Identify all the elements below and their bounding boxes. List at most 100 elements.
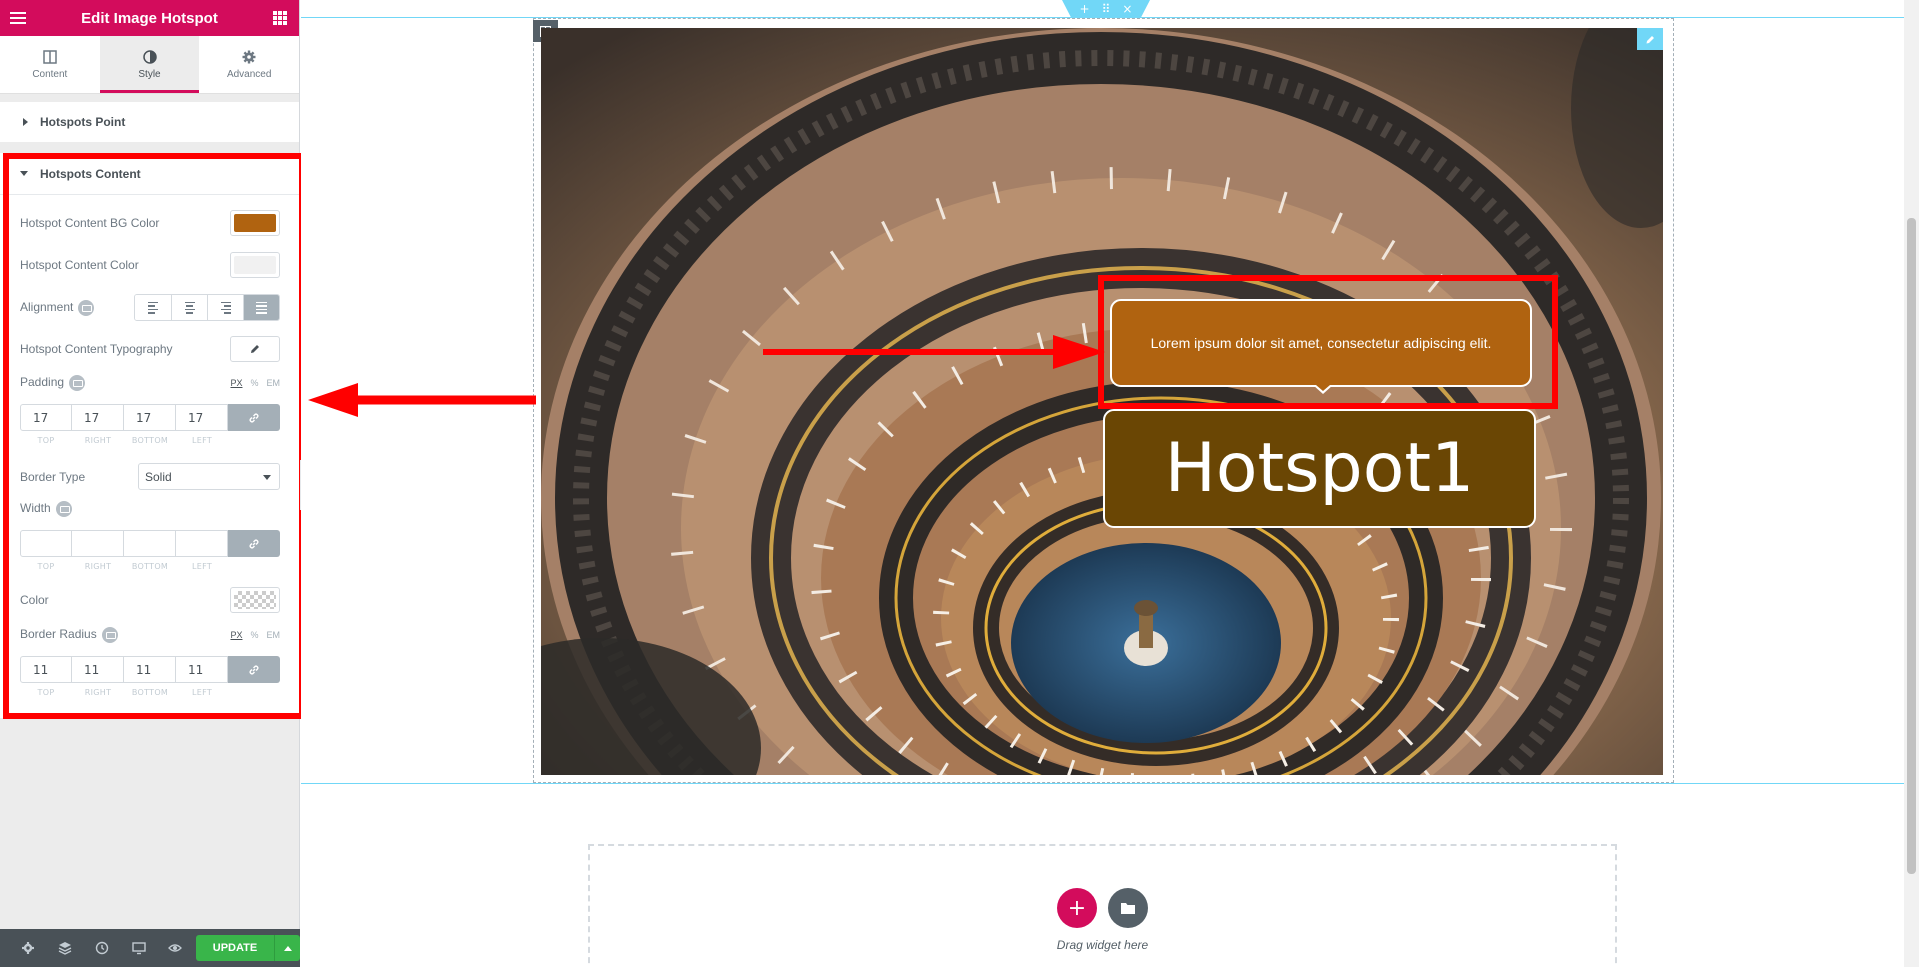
padding-control: Padding PX % EM <box>20 375 280 391</box>
padding-top-input[interactable]: 17 <box>20 404 72 431</box>
panel-title: Edit Image Hotspot <box>81 9 218 27</box>
transparent-checker <box>234 591 276 609</box>
section-hotspots-content[interactable]: Hotspots Content <box>0 153 300 195</box>
radius-link-button[interactable] <box>228 656 280 683</box>
bg-color-swatch[interactable] <box>230 210 280 236</box>
navigator-button[interactable] <box>47 929 84 967</box>
settings-button[interactable] <box>10 929 47 967</box>
empty-section-dropzone: + Drag widget here <box>588 844 1617 967</box>
radius-right-input[interactable]: 11 <box>72 656 124 683</box>
half-circle-icon <box>142 49 157 64</box>
spiral-staircase-image <box>541 28 1663 775</box>
responsive-icon[interactable] <box>55 501 72 517</box>
responsive-icon[interactable] <box>69 375 86 391</box>
padding-dimensions: 17 TOP 17 RIGHT 17 BOTTOM 17 LEFT <box>20 404 280 445</box>
padding-right: 17 RIGHT <box>72 404 124 445</box>
border-radius-dimensions: 11 TOP 11 RIGHT 11 BOTTOM 11 LEFT <box>20 656 280 697</box>
border-color-swatch[interactable] <box>230 587 280 613</box>
width-left-input[interactable] <box>176 530 228 557</box>
width-label-wrap: Width <box>20 501 280 517</box>
radius-top-input[interactable]: 11 <box>20 656 72 683</box>
responsive-icon[interactable] <box>78 299 95 316</box>
tab-advanced-label: Advanced <box>226 68 272 80</box>
add-section-button[interactable]: + <box>1057 888 1097 928</box>
padding-left-input[interactable]: 17 <box>176 404 228 431</box>
caret-right-icon <box>23 118 28 126</box>
typography-label: Hotspot Content Typography <box>20 342 173 356</box>
update-options-button[interactable] <box>274 935 301 961</box>
history-button[interactable] <box>84 929 121 967</box>
widgets-grid-icon[interactable] <box>273 11 287 25</box>
plus-icon: + <box>1067 895 1087 921</box>
align-justify-button[interactable] <box>243 295 279 320</box>
unit-px[interactable]: PX <box>230 378 242 388</box>
width-right-input[interactable] <box>72 530 124 557</box>
content-color-swatch[interactable] <box>230 252 280 278</box>
typography-edit-button[interactable] <box>230 336 280 362</box>
unit-percent[interactable]: % <box>250 630 258 640</box>
align-right-button[interactable] <box>207 295 243 320</box>
dim-label-right: RIGHT <box>84 562 112 571</box>
radius-bottom-input[interactable]: 11 <box>124 656 176 683</box>
delete-section-icon[interactable]: × <box>1122 2 1132 16</box>
layout-icon <box>43 49 57 64</box>
tab-content-label: Content <box>32 68 68 80</box>
update-button[interactable]: UPDATE <box>195 935 275 961</box>
border-color-control: Color <box>20 587 280 613</box>
padding-right-input[interactable]: 17 <box>72 404 124 431</box>
editor-panel: Edit Image Hotspot Content Style Advance… <box>0 0 305 967</box>
unit-percent[interactable]: % <box>250 378 258 388</box>
border-radius-label-wrap: Border Radius <box>20 627 230 643</box>
align-left-button[interactable] <box>135 295 171 320</box>
hotspot-button[interactable]: Hotspot1 <box>1103 409 1536 528</box>
section-hotspots-point[interactable]: Hotspots Point <box>0 102 299 142</box>
unit-em[interactable]: EM <box>267 378 281 388</box>
content-color-control: Hotspot Content Color <box>20 252 280 278</box>
gear-icon <box>22 942 35 954</box>
alignment-label-wrap: Alignment <box>20 299 134 316</box>
border-type-select[interactable]: Solid <box>138 463 280 490</box>
width-label: Width <box>20 501 51 516</box>
desktop-icon <box>131 942 146 955</box>
radius-left-input[interactable]: 11 <box>176 656 228 683</box>
radius-top: 11 TOP <box>20 656 72 697</box>
dim-label-top: TOP <box>37 688 55 697</box>
dim-label-top: TOP <box>37 562 55 571</box>
widget-edit-button[interactable] <box>1637 28 1663 50</box>
tab-style[interactable]: Style <box>99 36 200 93</box>
link-icon <box>249 539 259 548</box>
unit-px[interactable]: PX <box>230 630 242 640</box>
hotspots-content-section: Hotspots Content Hotspot Content BG Colo… <box>0 153 300 718</box>
preview-button[interactable] <box>157 929 194 967</box>
add-section-icon[interactable]: + <box>1080 2 1090 16</box>
align-center-button[interactable] <box>171 295 207 320</box>
panel-tabs: Content Style Advanced <box>0 36 299 94</box>
padding-left: 17 LEFT <box>176 404 228 445</box>
width-link-button[interactable] <box>228 530 280 557</box>
width-bottom-input[interactable] <box>124 530 176 557</box>
responsive-mode-button[interactable] <box>120 929 157 967</box>
caret-down-icon <box>20 171 28 176</box>
width-control: Width <box>20 501 280 517</box>
hamburger-menu-icon[interactable] <box>10 8 30 28</box>
drop-hint: Drag widget here <box>1056 938 1149 952</box>
bg-color-control: Hotspot Content BG Color <box>20 210 280 236</box>
drag-section-icon[interactable]: ⠿ <box>1102 2 1111 16</box>
padding-link-button[interactable] <box>228 404 280 431</box>
dim-label-left: LEFT <box>191 562 213 571</box>
add-template-button[interactable] <box>1108 888 1148 928</box>
width-top-input[interactable] <box>20 530 72 557</box>
section-handle: + ⠿ × <box>1062 0 1150 17</box>
tab-content[interactable]: Content <box>0 36 100 93</box>
radius-bottom: 11 BOTTOM <box>124 656 176 697</box>
responsive-icon[interactable] <box>101 627 118 643</box>
tab-advanced[interactable]: Advanced <box>199 36 299 93</box>
canvas-scrollbar[interactable] <box>1904 0 1919 967</box>
panel-footer: UPDATE <box>0 929 301 967</box>
alignment-label: Alignment <box>20 299 74 314</box>
dim-label-bottom: BOTTOM <box>131 562 169 571</box>
unit-em[interactable]: EM <box>267 630 281 640</box>
padding-bottom-input[interactable]: 17 <box>124 404 176 431</box>
bg-color-label: Hotspot Content BG Color <box>20 216 160 230</box>
scrollbar-thumb[interactable] <box>1907 218 1916 874</box>
